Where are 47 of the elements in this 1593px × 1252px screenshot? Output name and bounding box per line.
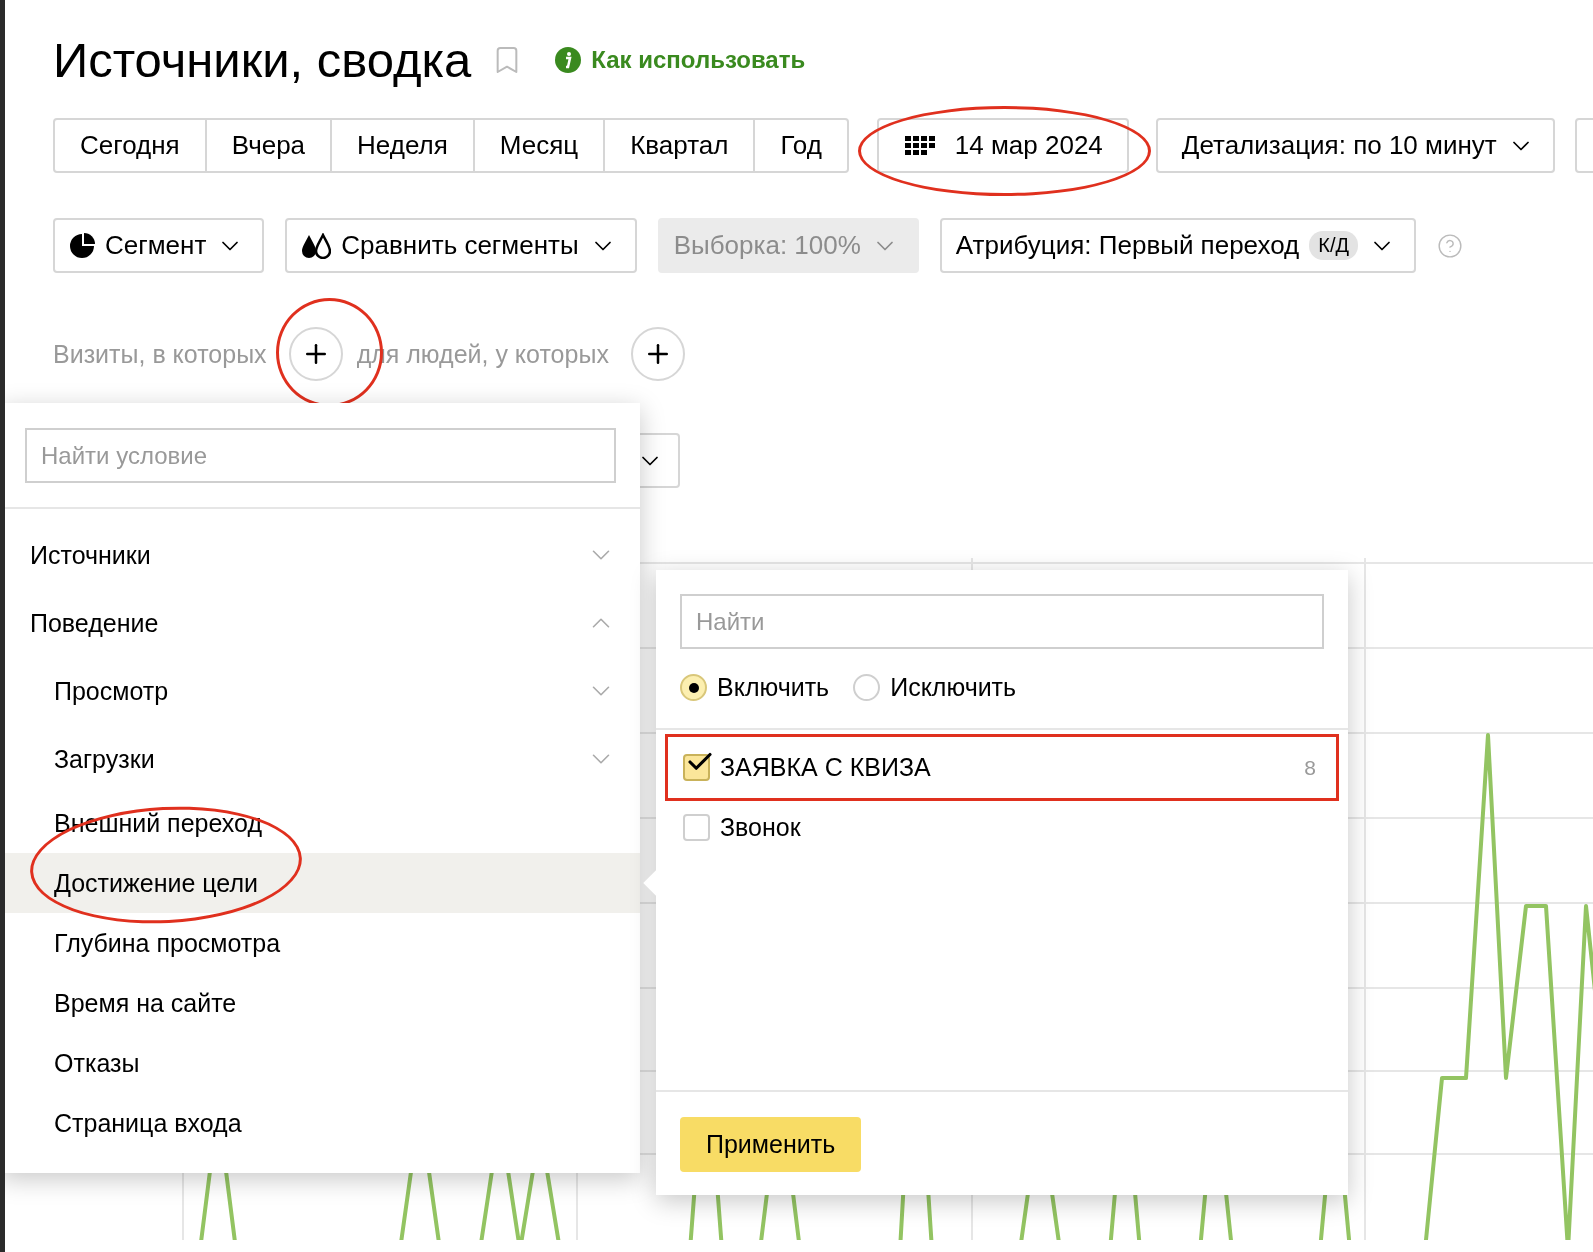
menu-item[interactable]: Просмотр — [5, 657, 640, 725]
detail-dropdown[interactable]: Детализация: по 10 минут — [1155, 118, 1555, 173]
add-condition-button[interactable] — [630, 327, 685, 381]
checkbox[interactable] — [683, 754, 710, 781]
info-icon — [555, 47, 582, 73]
mode-radio[interactable]: Исключить — [853, 673, 1017, 702]
menu-item[interactable]: Отказы — [5, 1033, 640, 1093]
radio-button[interactable] — [853, 674, 881, 701]
filter-dropdown[interactable]: Сравнить сегменты — [285, 218, 637, 273]
radio-label: Исключить — [890, 673, 1017, 702]
period-button[interactable]: Неделя — [330, 118, 475, 173]
date-button[interactable]: 14 мар 2024 — [876, 118, 1129, 173]
menu-item[interactable]: Страница входа — [5, 1093, 640, 1153]
period-button[interactable]: Сегодня — [53, 118, 207, 173]
calendar-icon — [904, 135, 935, 156]
menu-item[interactable]: Достижение цели — [5, 853, 640, 913]
period-button[interactable]: Год — [753, 118, 849, 173]
menu-item[interactable]: Источники — [5, 521, 640, 589]
filter-dropdown[interactable]: Атрибуция: Первый переход К/Д — [939, 218, 1417, 273]
page-title: Источники, сводка — [53, 32, 472, 88]
menu-item[interactable]: Загрузки — [5, 725, 640, 793]
mode-radio[interactable]: Включить — [680, 673, 830, 702]
search-field[interactable]: Найти условие — [25, 428, 616, 483]
radio-button[interactable] — [680, 674, 707, 701]
menu-item[interactable]: Время на сайте — [5, 973, 640, 1033]
goal-label: ЗАЯВКА С КВИЗА — [720, 753, 932, 782]
menu-item[interactable]: Глубина просмотра — [5, 913, 640, 973]
add-condition-button[interactable] — [288, 327, 343, 381]
period-button[interactable]: Месяц — [472, 118, 606, 173]
period-button[interactable]: Вчера — [204, 118, 333, 173]
goal-count: 8 — [1304, 755, 1316, 780]
condition-label: Визиты, в которых — [53, 339, 267, 369]
radio-label: Включить — [717, 673, 830, 702]
search-field[interactable]: Найти — [680, 594, 1324, 649]
goal-label: Звонок — [720, 812, 802, 842]
checkbox[interactable] — [683, 813, 710, 841]
pie-chart-icon — [69, 232, 95, 259]
apply-button[interactable]: Применить — [680, 1117, 862, 1172]
help-link[interactable]: Как использовать — [555, 46, 806, 74]
help-icon[interactable] — [1437, 232, 1464, 259]
filter-dropdown[interactable]: Сегмент — [53, 218, 265, 273]
attribution-badge: К/Д — [1309, 231, 1359, 260]
menu-item[interactable]: Поведение — [5, 589, 640, 657]
goal-row[interactable]: Звонок — [665, 801, 1339, 853]
highlighted-goal-row[interactable]: ЗАЯВКА С КВИЗА 8 — [665, 734, 1339, 801]
period-button[interactable]: Квартал — [603, 118, 756, 173]
drops-icon — [301, 232, 332, 259]
